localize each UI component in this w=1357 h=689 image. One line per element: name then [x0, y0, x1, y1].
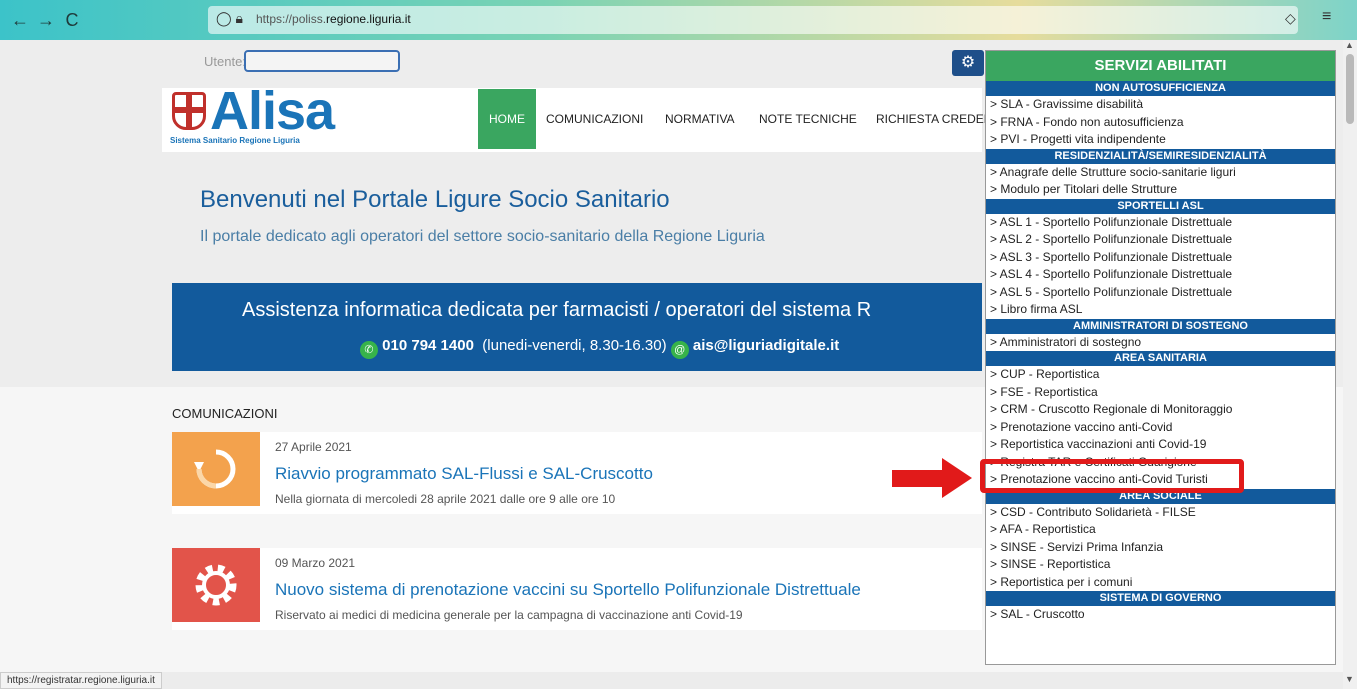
phone-number[interactable]: 010 794 1400 [382, 337, 474, 354]
nav-home[interactable]: HOME [478, 89, 536, 149]
page-title: Benvenuti nel Portale Ligure Socio Sanit… [200, 186, 670, 213]
service-link[interactable]: > Libro firma ASL [986, 301, 1335, 319]
service-link[interactable]: > Modulo per Titolari delle Strutture [986, 181, 1335, 199]
page-subtitle: Il portale dedicato agli operatori del s… [200, 228, 765, 245]
page-scrollbar[interactable]: ▲ ▼ [1343, 40, 1357, 689]
address-bar[interactable]: ◯ 🔒︎ https://poliss.regione.liguria.it ★ [208, 6, 1298, 34]
service-link[interactable]: > Amministratori di sostegno [986, 334, 1335, 352]
services-section-title: SPORTELLI ASL [986, 198, 1335, 214]
news-card[interactable]: 27 Aprile 2021 Riavvio programmato SAL-F… [172, 432, 982, 514]
news-title[interactable]: Nuovo sistema di prenotazione vaccini su… [275, 580, 861, 600]
banner-contact: ✆ 010 794 1400 (lunedi-venerdi, 8.30-16.… [360, 337, 839, 359]
service-link[interactable]: > AFA - Reportistica [986, 521, 1335, 539]
news-date: 09 Marzo 2021 [275, 556, 356, 570]
user-field[interactable] [244, 50, 400, 72]
news-heading: COMUNICAZIONI [172, 406, 278, 421]
support-email[interactable]: ais@liguriadigitale.it [693, 337, 839, 354]
site-logo[interactable]: Alisa [210, 80, 335, 142]
service-link[interactable]: > SLA - Gravissime disabilità [986, 96, 1335, 114]
news-thumb [172, 432, 260, 506]
annotation-arrow-head [942, 458, 972, 498]
news-desc: Riservato ai medici di medicina generale… [275, 608, 743, 622]
service-link[interactable]: > ASL 1 - Sportello Polifunzionale Distr… [986, 214, 1335, 232]
service-link[interactable]: > SINSE - Reportistica [986, 556, 1335, 574]
gear-icon [195, 564, 237, 606]
news-card[interactable]: 09 Marzo 2021 Nuovo sistema di prenotazi… [172, 548, 982, 630]
annotation-highlight-box [980, 459, 1244, 493]
nav-note-tecniche[interactable]: NOTE TECNICHE [759, 89, 857, 149]
support-hours: (lunedi-venerdi, 8.30-16.30) [482, 337, 667, 354]
service-link[interactable]: > PVI - Progetti vita indipendente [986, 131, 1335, 149]
logo-subtitle: Sistema Sanitario Regione Liguria [170, 136, 300, 145]
user-label: Utente: [204, 54, 246, 69]
services-section-title: AMMINISTRATORI DI SOSTEGNO [986, 318, 1335, 334]
news-desc: Nella giornata di mercoledi 28 aprile 20… [275, 492, 616, 506]
service-link[interactable]: > ASL 3 - Sportello Polifunzionale Distr… [986, 249, 1335, 267]
banner-title: Assistenza informatica dedicata per farm… [242, 299, 872, 321]
back-button[interactable]: ← [8, 8, 32, 32]
service-link[interactable]: > SINSE - Servizi Prima Infanzia [986, 539, 1335, 557]
shield-lock-icon: ◯ 🔒︎ [216, 10, 244, 26]
service-link[interactable]: > ASL 4 - Sportello Polifunzionale Distr… [986, 266, 1335, 284]
service-link[interactable]: > Reportistica per i comuni [986, 574, 1335, 592]
service-link[interactable]: > CRM - Cruscotto Regionale di Monitorag… [986, 401, 1335, 419]
services-section-title: RESIDENZIALITÀ/SEMIRESIDENZIALITÀ [986, 148, 1335, 164]
at-icon: @ [670, 341, 689, 359]
news-title[interactable]: Riavvio programmato SAL-Flussi e SAL-Cru… [275, 464, 653, 484]
sync-icon [194, 449, 236, 489]
services-section-title: AREA SANITARIA [986, 351, 1335, 366]
service-link[interactable]: > FRNA - Fondo non autosufficienza [986, 114, 1335, 132]
scroll-thumb[interactable] [1346, 54, 1354, 124]
services-header: SERVIZI ABILITATI [986, 51, 1335, 81]
reload-button[interactable]: C [60, 8, 84, 32]
service-link[interactable]: > SAL - Cruscotto [986, 606, 1335, 624]
annotation-arrow-body [892, 470, 944, 487]
services-section-title: NON AUTOSUFFICIENZA [986, 81, 1335, 96]
services-dropdown: SERVIZI ABILITATI NON AUTOSUFFICIENZA > … [985, 50, 1336, 665]
service-link[interactable]: > Anagrafe delle Strutture socio-sanitar… [986, 164, 1335, 182]
scroll-down-icon[interactable]: ▼ [1345, 674, 1354, 684]
browser-toolbar: ← → C ◯ 🔒︎ https://poliss.regione.liguri… [0, 0, 1357, 40]
service-link[interactable]: > ASL 2 - Sportello Polifunzionale Distr… [986, 231, 1335, 249]
pocket-icon[interactable]: ◇ [1285, 10, 1296, 27]
forward-button[interactable]: → [34, 8, 58, 32]
service-link[interactable]: > FSE - Reportistica [986, 384, 1335, 402]
nav-richiesta-credenziali[interactable]: RICHIESTA CREDEN [876, 89, 992, 149]
service-link[interactable]: > CUP - Reportistica [986, 366, 1335, 384]
service-link[interactable]: > CSD - Contributo Solidarietà - FILSE [986, 504, 1335, 522]
service-link[interactable]: > Prenotazione vaccino anti-Covid [986, 419, 1335, 437]
url-text: https://poliss.regione.liguria.it [256, 12, 411, 26]
liguria-cross-logo [172, 92, 206, 130]
service-link[interactable]: > ASL 5 - Sportello Polifunzionale Distr… [986, 284, 1335, 302]
status-bar-url: https://registratar.regione.liguria.it [0, 672, 162, 689]
nav-normativa[interactable]: NORMATIVA [665, 89, 735, 149]
hamburger-menu-icon[interactable]: ≡ [1322, 8, 1331, 26]
assistance-banner: Assistenza informatica dedicata per farm… [172, 283, 982, 371]
service-link[interactable]: > Reportistica vaccinazioni anti Covid-1… [986, 436, 1335, 454]
nav-comunicazioni[interactable]: COMUNICAZIONI [546, 89, 643, 149]
phone-icon: ✆ [360, 341, 378, 359]
news-thumb [172, 548, 260, 622]
scroll-up-icon[interactable]: ▲ [1345, 40, 1354, 50]
gears-icon[interactable]: ⚙ [952, 50, 984, 76]
services-section-title: SISTEMA DI GOVERNO [986, 591, 1335, 606]
news-date: 27 Aprile 2021 [275, 440, 352, 454]
